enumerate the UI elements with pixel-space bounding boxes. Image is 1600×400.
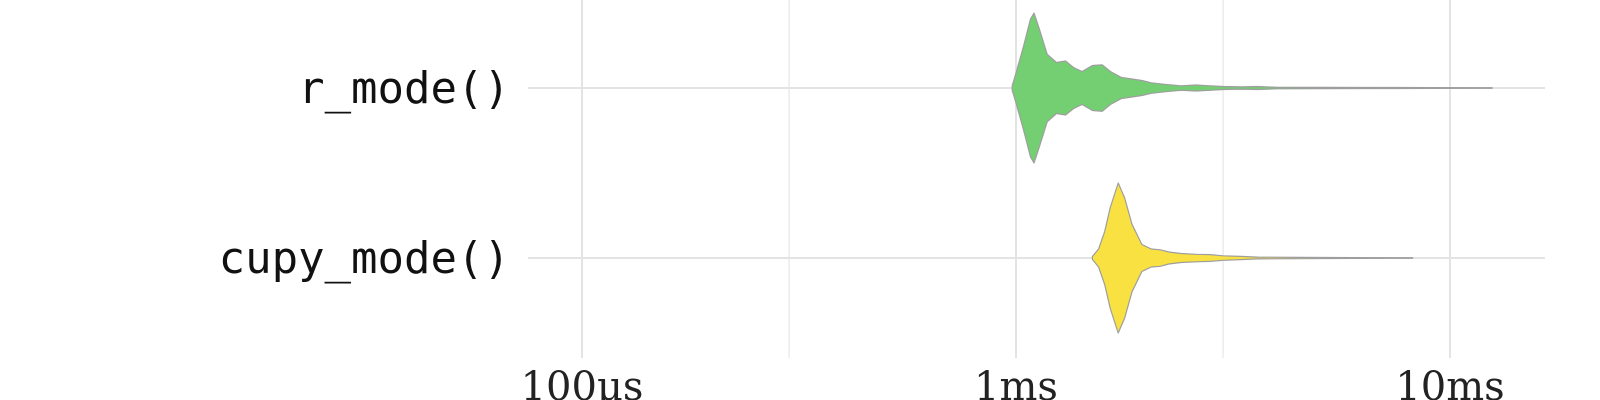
violin-r-mode: [1011, 12, 1493, 164]
x-axis-tick-labels: 100µs 1ms 10ms: [521, 364, 1505, 400]
violin-plots: [1011, 12, 1493, 334]
category-label: cupy_mode(): [219, 233, 510, 284]
category-labels: r_mode() cupy_mode(): [219, 63, 510, 284]
x-tick-label: 100µs: [521, 364, 644, 400]
category-label: r_mode(): [298, 63, 510, 114]
x-tick-label: 1ms: [974, 364, 1058, 400]
violin-cupy-mode: [1091, 182, 1414, 334]
violin-chart: r_mode() cupy_mode() 100µs 1ms 10ms: [219, 0, 1545, 400]
x-tick-label: 10ms: [1395, 364, 1504, 400]
